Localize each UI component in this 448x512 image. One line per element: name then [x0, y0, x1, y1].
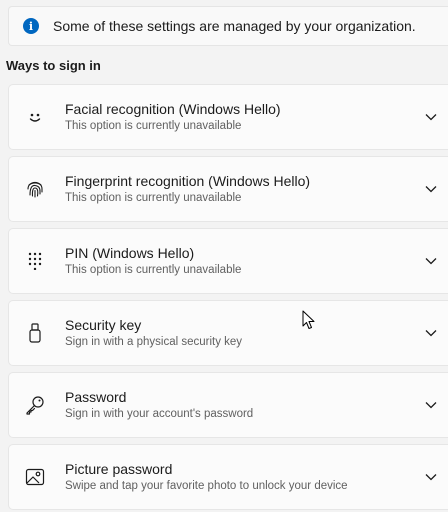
option-title: Facial recognition (Windows Hello): [65, 101, 281, 117]
chevron-down-icon[interactable]: [424, 254, 438, 268]
usb-key-icon: [25, 323, 45, 343]
info-icon: i: [23, 18, 39, 34]
option-subtitle: Sign in with a physical security key: [65, 336, 243, 348]
fingerprint-icon: [25, 179, 45, 199]
section-title: Ways to sign in: [6, 58, 101, 73]
option-title: PIN (Windows Hello): [65, 245, 195, 261]
org-managed-banner: i Some of these settings are managed by …: [8, 6, 448, 46]
option-subtitle: Sign in with your account's password: [65, 408, 254, 420]
option-subtitle: This option is currently unavailable: [65, 264, 242, 276]
banner-text: Some of these settings are managed by yo…: [53, 18, 416, 34]
sign-in-option-pin[interactable]: PIN (Windows Hello) This option is curre…: [8, 228, 448, 294]
smile-icon: [25, 107, 45, 127]
sign-in-option-picture-password[interactable]: Picture password Swipe and tap your favo…: [8, 444, 448, 510]
option-title: Password: [65, 389, 127, 405]
key-icon: [25, 395, 45, 415]
sign-in-option-security-key[interactable]: Security key Sign in with a physical sec…: [8, 300, 448, 366]
option-subtitle: Swipe and tap your favorite photo to unl…: [65, 480, 348, 492]
chevron-down-icon[interactable]: [424, 470, 438, 484]
picture-icon: [25, 467, 45, 487]
chevron-down-icon[interactable]: [424, 398, 438, 412]
option-title: Security key: [65, 317, 142, 333]
option-subtitle: This option is currently unavailable: [65, 120, 242, 132]
option-subtitle: This option is currently unavailable: [65, 192, 242, 204]
chevron-down-icon[interactable]: [424, 110, 438, 124]
sign-in-option-password[interactable]: Password Sign in with your account's pas…: [8, 372, 448, 438]
chevron-down-icon[interactable]: [424, 326, 438, 340]
chevron-down-icon[interactable]: [424, 182, 438, 196]
mouse-pointer-icon: [302, 310, 316, 335]
option-title: Fingerprint recognition (Windows Hello): [65, 173, 311, 189]
option-title: Picture password: [65, 461, 173, 477]
sign-in-option-facial-recognition[interactable]: Facial recognition (Windows Hello) This …: [8, 84, 448, 150]
keypad-icon: [25, 251, 45, 271]
sign-in-option-fingerprint[interactable]: Fingerprint recognition (Windows Hello) …: [8, 156, 448, 222]
